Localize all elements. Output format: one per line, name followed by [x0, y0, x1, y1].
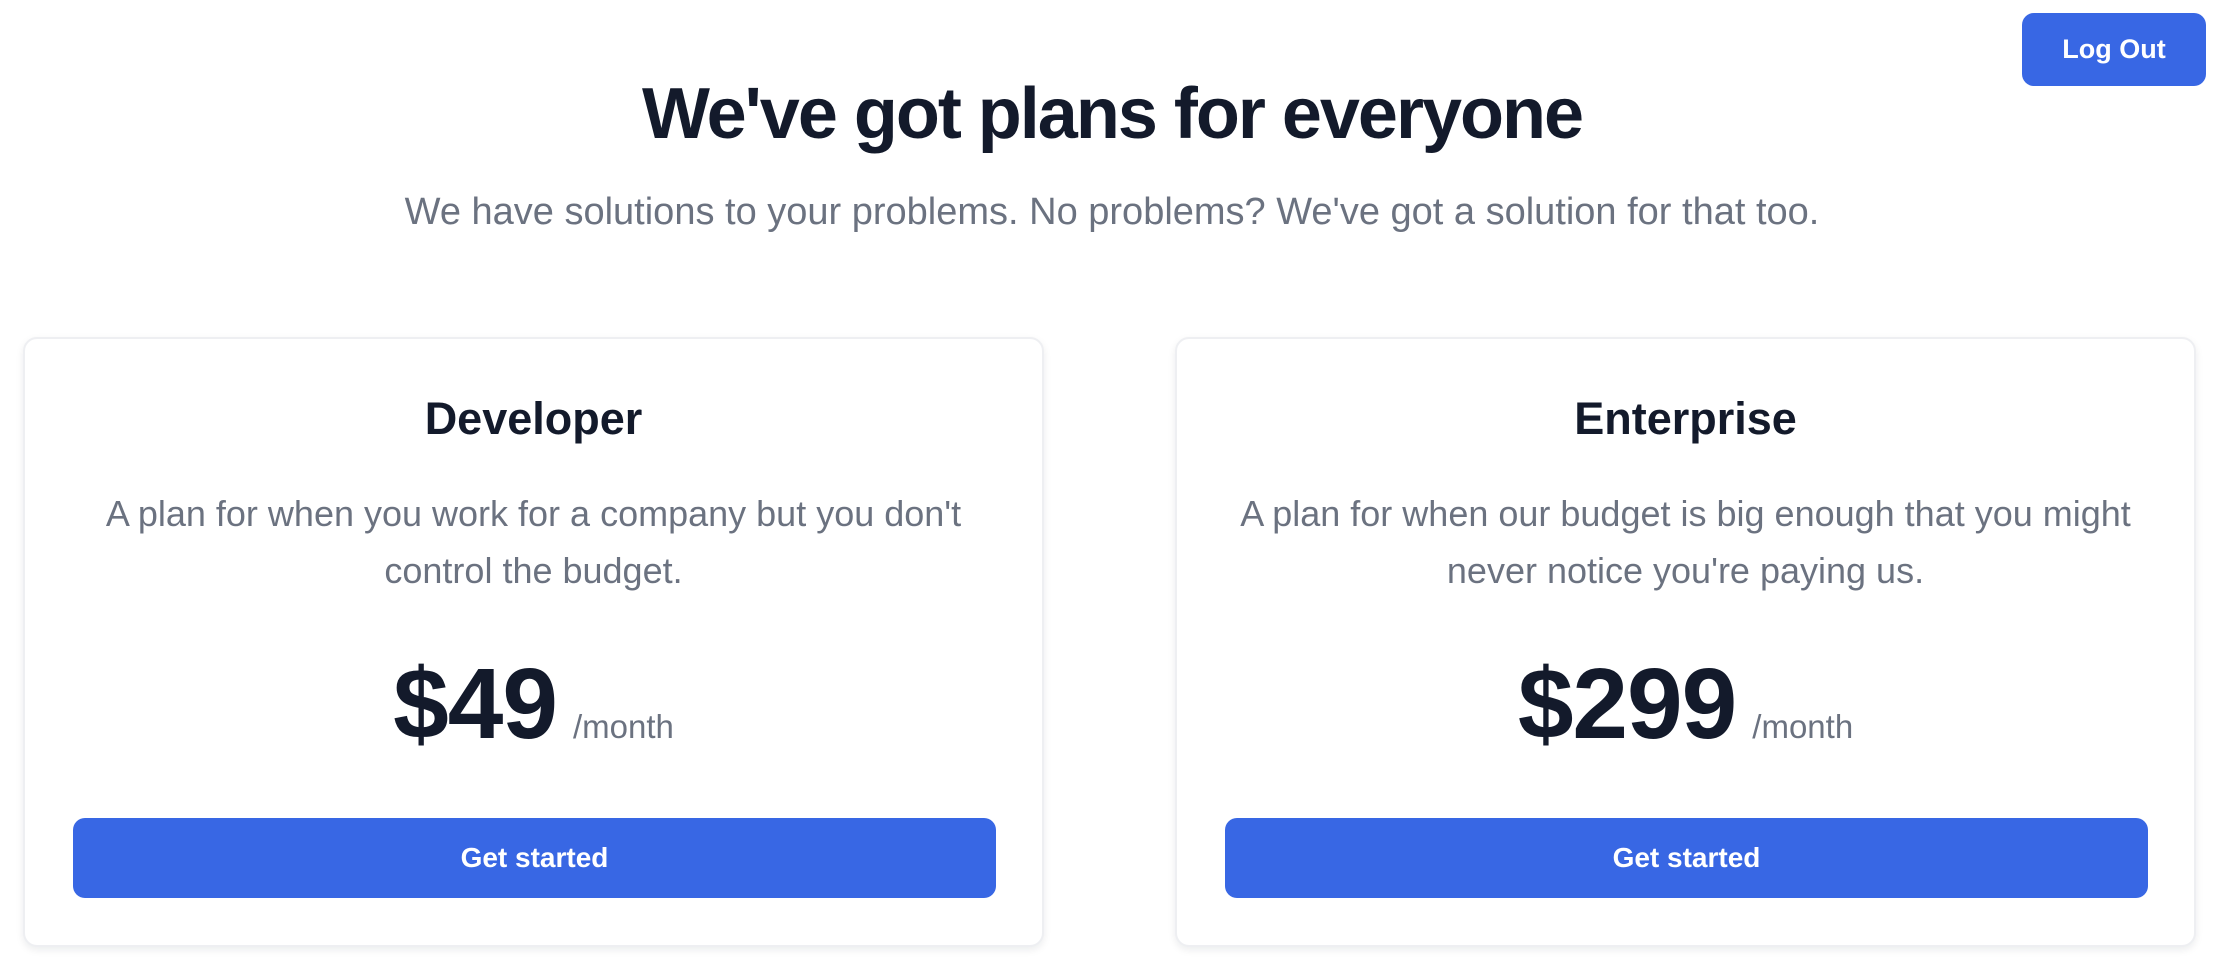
plan-name: Enterprise	[1574, 393, 1797, 444]
plan-description: A plan for when our budget is big enough…	[1240, 493, 2131, 591]
plan-price: $49	[393, 648, 558, 760]
plan-card-developer: Developer A plan for when you work for a…	[23, 337, 1044, 947]
plan-description: A plan for when you work for a company b…	[105, 493, 962, 591]
plan-name: Developer	[424, 393, 643, 444]
get-started-button-developer[interactable]: Get started	[73, 818, 996, 898]
plan-period: /month	[1752, 708, 1854, 745]
plan-price: $299	[1517, 648, 1737, 760]
pricing-page: Log Out We've got plans for everyone We …	[0, 0, 2224, 962]
page-subtitle: We have solutions to your problems. No p…	[404, 191, 1820, 233]
plan-price-row: $299 /month	[1177, 649, 2194, 759]
plan-card-enterprise: Enterprise A plan for when our budget is…	[1175, 337, 2196, 947]
page-title: We've got plans for everyone	[641, 74, 1584, 154]
plan-period: /month	[572, 708, 674, 745]
get-started-button-enterprise[interactable]: Get started	[1225, 818, 2148, 898]
plan-price-row: $49 /month	[25, 649, 1042, 759]
